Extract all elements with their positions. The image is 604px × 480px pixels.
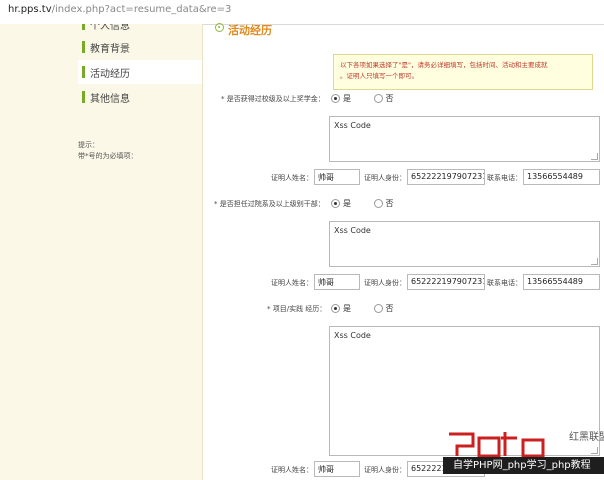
sidebar-marker — [82, 41, 85, 53]
question-label: * 是否获得过校级及以上奖学金： — [221, 95, 325, 103]
radio-no[interactable] — [373, 199, 383, 208]
watermark-text-1: 红黑联盟 — [569, 432, 604, 443]
radio-yes[interactable] — [331, 94, 340, 103]
radio-yes-label: 是 — [343, 304, 351, 313]
circle-check-icon — [215, 23, 224, 32]
resize-grip-icon[interactable] — [591, 153, 598, 160]
ref-name-label: 证明人姓名： — [271, 279, 313, 287]
tips-box: 提示： 带*号的为必填项： — [78, 140, 138, 162]
sidebar-item-activities[interactable]: 活动经历 — [78, 60, 202, 84]
radio-yes-label: 是 — [343, 94, 351, 103]
ref-name-label: 证明人姓名： — [271, 466, 313, 474]
description-textarea[interactable]: Xss Code — [329, 221, 600, 267]
sidebar-item-label: 其他信息 — [90, 94, 130, 105]
radio-yes[interactable] — [331, 304, 340, 313]
radio-yes[interactable] — [331, 199, 340, 208]
watermark-text-2: 自学PHP网_php学习_php教程 — [443, 457, 604, 474]
ref-name-label: 证明人姓名： — [271, 174, 313, 182]
ref-phone-label: 联系电话： — [487, 174, 522, 182]
tips-title: 提示： — [78, 141, 99, 149]
description-textarea[interactable]: Xss Code — [329, 116, 600, 162]
radio-group: 是 否 — [331, 93, 414, 104]
notice-line-1: 以下各项如果选择了"是"，请务必详细填写，包括时间、活动和主要成就 — [340, 61, 548, 69]
radio-group: 是 否 — [331, 303, 414, 314]
sidebar-marker — [82, 91, 85, 103]
sidebar-item-personal-info[interactable]: 个人信息 — [78, 24, 202, 34]
ref-id-label: 证明人身份： — [364, 174, 406, 182]
watermark-logo — [449, 432, 545, 458]
section-title-text: 活动经历 — [228, 24, 272, 37]
notice-line-2: 。证明人只填写一个即可。 — [340, 72, 418, 80]
ref-phone-label: 联系电话： — [487, 279, 522, 287]
ref-id-label: 证明人身份： — [364, 466, 406, 474]
sidebar-item-education[interactable]: 教育背景 — [78, 35, 202, 59]
ref-phone-input[interactable]: 13566554489 — [523, 169, 600, 185]
url-bar[interactable]: hr.pps.tv/index.php?act=resume_data&re=3 — [0, 0, 604, 25]
watermark: 红黑联盟 自学PHP网_php学习_php教程 — [443, 432, 604, 480]
ref-id-input[interactable]: 652222197907231125 — [407, 274, 485, 290]
radio-group: 是 否 — [331, 198, 414, 209]
sidebar-item-label: 教育背景 — [90, 44, 130, 55]
ref-id-label: 证明人身份： — [364, 279, 406, 287]
question-label: * 是否担任过院系及以上级别干部： — [214, 200, 325, 208]
tips-text: 带*号的为必填项： — [78, 152, 138, 160]
radio-no[interactable] — [373, 94, 383, 103]
url-host: hr.pps.tv — [8, 4, 52, 15]
sidebar-marker — [82, 66, 85, 78]
radio-no-label: 否 — [385, 304, 394, 313]
resize-grip-icon[interactable] — [591, 258, 598, 265]
radio-no[interactable] — [373, 304, 383, 313]
ref-name-input[interactable]: 帅哥 — [314, 274, 360, 290]
main-content: 活动经历 以下各项如果选择了"是"，请务必详细填写，包括时间、活动和主要成就 。… — [203, 22, 604, 480]
section-title: 活动经历 — [215, 22, 272, 38]
notice-box: 以下各项如果选择了"是"，请务必详细填写，包括时间、活动和主要成就 。证明人只填… — [333, 54, 593, 90]
sidebar-item-other-info[interactable]: 其他信息 — [78, 85, 202, 109]
ref-phone-input[interactable]: 13566554489 — [523, 274, 600, 290]
radio-no-label: 否 — [385, 199, 394, 208]
ref-name-input[interactable]: 帅哥 — [314, 461, 360, 477]
url-text[interactable]: hr.pps.tv/index.php?act=resume_data&re=3 — [8, 4, 231, 15]
url-path: /index.php?act=resume_data&re=3 — [51, 4, 232, 15]
ref-name-input[interactable]: 帅哥 — [314, 169, 360, 185]
radio-no-label: 否 — [385, 94, 394, 103]
textarea-value: Xss Code — [334, 226, 371, 235]
textarea-value: Xss Code — [334, 331, 371, 340]
sidebar-marker — [82, 24, 85, 30]
sidebar: 个人信息 教育背景 活动经历 其他信息 提示： 带*号的为必填项： — [0, 24, 203, 480]
textarea-value: Xss Code — [334, 121, 371, 130]
sidebar-item-label: 活动经历 — [90, 69, 130, 80]
sidebar-item-label: 个人信息 — [90, 24, 130, 32]
radio-yes-label: 是 — [343, 199, 351, 208]
ref-id-input[interactable]: 652222197907231125 — [407, 169, 485, 185]
question-label: * 项目/实践 经历： — [267, 305, 327, 313]
